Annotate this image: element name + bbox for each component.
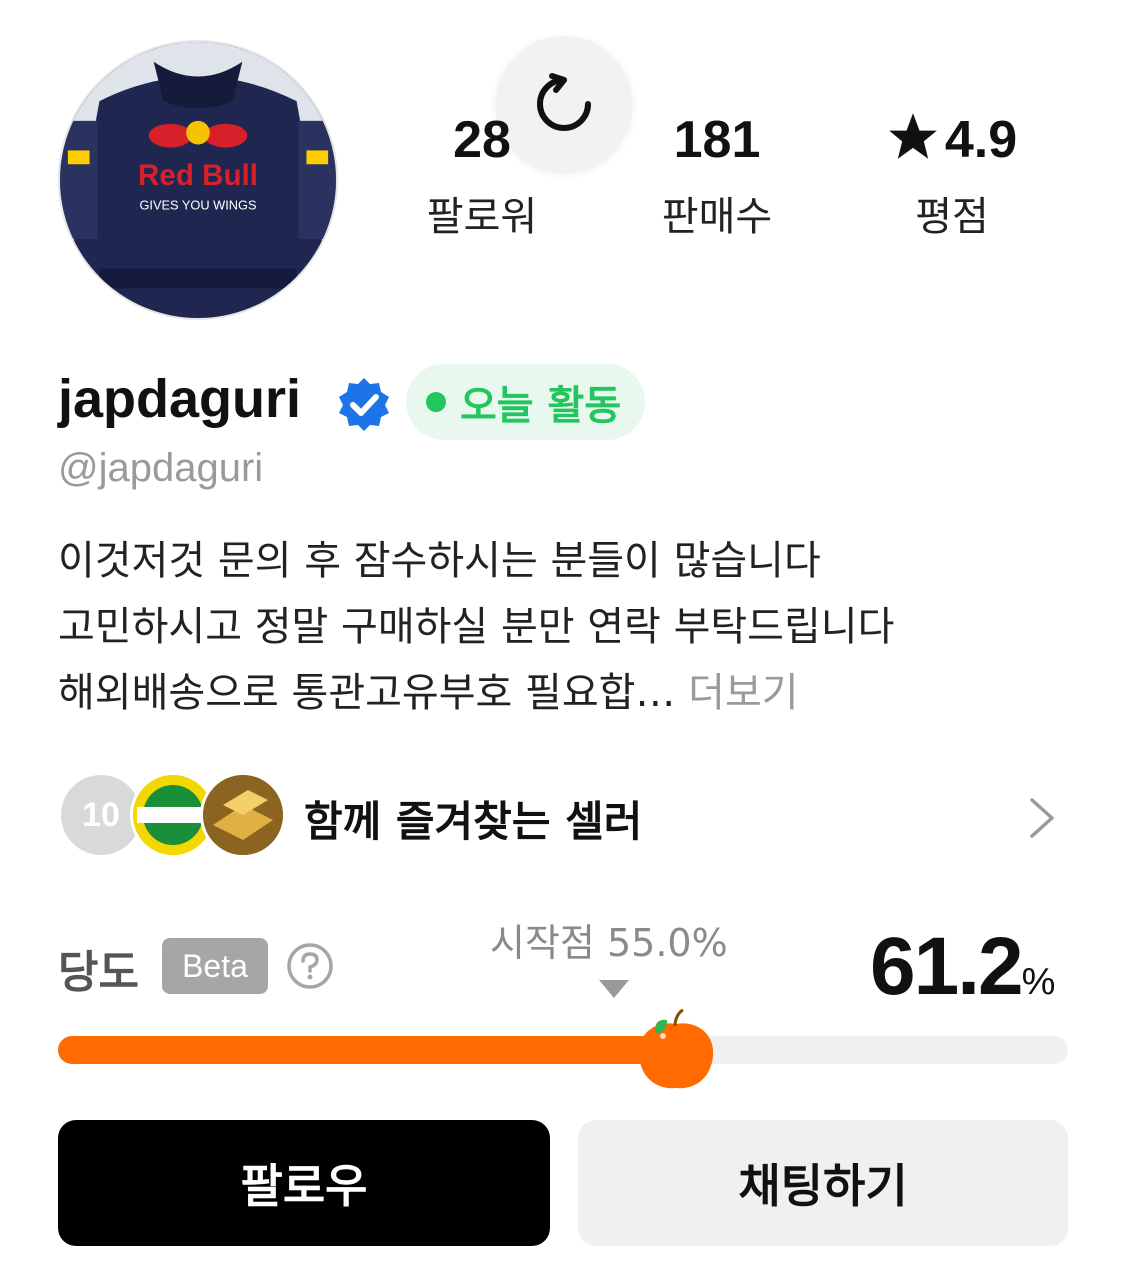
sales-label: 판매수 [661, 194, 773, 240]
sweetness-value: 61.2% [870, 920, 1055, 1014]
start-point-marker-icon [598, 980, 629, 998]
bio-line-1: 이것저것 문의 후 잠수하시는 분들이 많습니다 [58, 538, 821, 584]
shared-favorite-sellers[interactable]: 10 함께 즐겨찾는 셀러 [58, 770, 1068, 862]
active-today-badge: 오늘 활동 [406, 364, 646, 440]
rating-value: 4.9 [944, 111, 1018, 169]
stat-rating[interactable]: 4.9 평점 [842, 110, 1062, 242]
bio: 이것저것 문의 후 잠수하시는 분들이 많습니다 고민하시고 정말 구매하실 분… [58, 528, 1068, 726]
followers-count: 28 [453, 111, 511, 169]
user-handle: @japdaguri [58, 446, 264, 490]
racing-jacket-photo: Red Bull GIVES YOU WINGS [60, 42, 336, 318]
active-dot-icon [426, 392, 446, 412]
profile-avatar[interactable]: Red Bull GIVES YOU WINGS [58, 40, 338, 320]
stat-followers[interactable]: 28 팔로워 [372, 110, 592, 242]
bio-line-3-wrap: 해외배송으로 통관고유부호 필요합… 더보기 [58, 660, 1068, 726]
followers-label: 팔로워 [426, 194, 538, 240]
tangerine-icon [638, 1008, 714, 1089]
bio-line-3: 해외배송으로 통관고유부호 필요합… [58, 670, 676, 716]
gold-bars-icon [203, 775, 283, 855]
active-today-text: 오늘 활동 [460, 383, 622, 429]
star-icon [889, 113, 937, 159]
bio-line-2: 고민하시고 정말 구매하실 분만 연락 부탁드립니다 [58, 604, 895, 650]
rating-label: 평점 [915, 194, 989, 240]
follow-button[interactable]: 팔로우 [58, 1120, 550, 1246]
sweetness-number: 61.2 [870, 921, 1024, 1012]
sweetness-fill [58, 1036, 677, 1064]
verified-check-icon [339, 378, 389, 431]
sweetness-label: 당도 [58, 947, 139, 998]
rating-value-wrap: 4.9 [842, 110, 1062, 170]
seller-avatar [200, 772, 286, 858]
help-icon[interactable] [286, 942, 334, 990]
svg-text:Red Bull: Red Bull [138, 159, 258, 192]
stat-sales[interactable]: 181 판매수 [607, 110, 827, 242]
svg-text:GIVES YOU WINGS: GIVES YOU WINGS [139, 198, 256, 213]
chevron-right-icon [1030, 798, 1054, 838]
start-point-label: 시작점 55.0% [490, 921, 728, 965]
percent-sign: % [1021, 961, 1056, 1003]
sales-count: 181 [673, 111, 761, 169]
beta-badge: Beta [162, 938, 268, 994]
bio-more-link[interactable]: 더보기 [688, 670, 798, 716]
username: japdaguri [58, 369, 302, 429]
chat-button[interactable]: 채팅하기 [578, 1120, 1068, 1246]
favorite-sellers-title: 함께 즐겨찾는 셀러 [304, 797, 643, 846]
